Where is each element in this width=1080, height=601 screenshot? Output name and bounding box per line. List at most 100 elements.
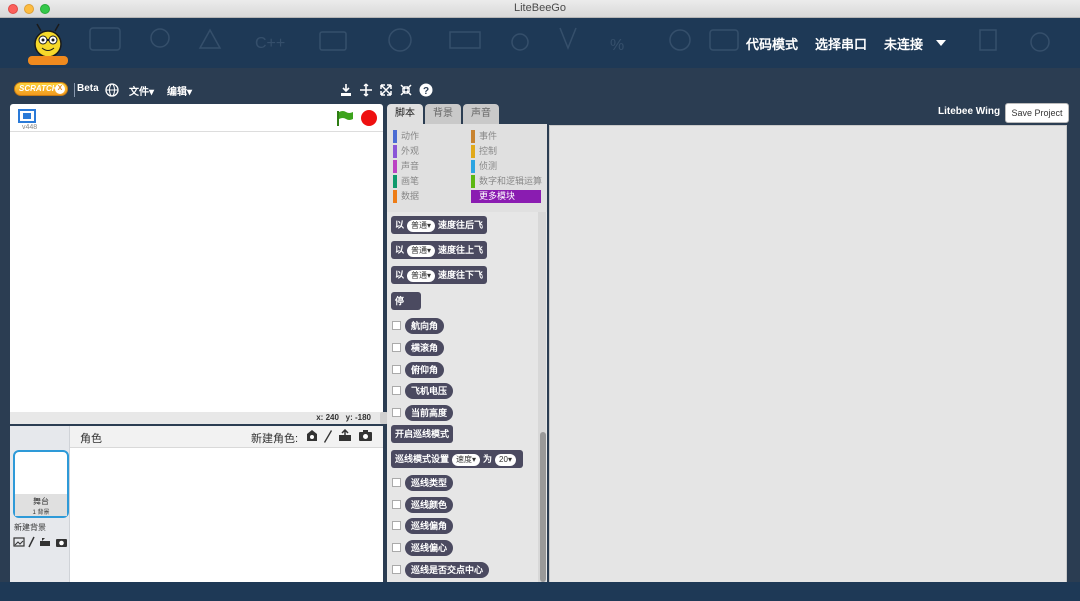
chevron-down-icon[interactable] — [930, 32, 952, 54]
fly-up-block[interactable]: 以普通▾ 速度往上飞 — [391, 241, 488, 259]
block-categories: 动作 外观 声音 画笔 数据 事件 控制 侦测 数字和逻辑运算 更多模块 — [387, 124, 547, 212]
line-color-checkbox[interactable] — [392, 500, 401, 509]
voltage-reporter[interactable]: 飞机电压 — [405, 383, 454, 399]
line-offset-reporter[interactable]: 巡线偏心 — [405, 540, 454, 556]
voltage-checkbox[interactable] — [392, 386, 401, 395]
sensing-color-bar — [471, 160, 475, 173]
scripts-canvas[interactable] — [549, 125, 1067, 586]
sprites-label: 角色 — [80, 433, 102, 445]
green-flag-icon[interactable] — [335, 109, 353, 127]
motion-color-bar — [393, 130, 397, 143]
sprites-toolbar: 角色 新建角色: — [70, 426, 383, 448]
altitude-checkbox[interactable] — [392, 408, 401, 417]
speed-dropdown[interactable]: 普通▾ — [407, 244, 436, 257]
help-icon[interactable]: ? — [418, 82, 434, 98]
window-titlebar: LiteBeeGo — [0, 0, 1080, 18]
stage-thumbnail[interactable]: 舞台 1 背景 — [13, 450, 69, 518]
pitch-checkbox[interactable] — [392, 365, 401, 374]
stage-list: 舞台 1 背景 新建背景 — [10, 426, 70, 586]
x-coord-value: 240 — [325, 413, 339, 422]
nav-code-mode[interactable]: 代码模式 — [746, 34, 798, 53]
svg-text:C++: C++ — [255, 35, 285, 52]
category-motion[interactable]: 动作 — [393, 130, 419, 143]
line-type-reporter[interactable]: 巡线类型 — [405, 475, 454, 491]
upload-sprite-icon[interactable] — [338, 429, 352, 443]
tab-sounds[interactable]: 声音 — [463, 104, 499, 124]
camera-icon[interactable] — [358, 430, 373, 442]
scratch-x-badge-icon: X — [55, 84, 65, 94]
stage-canvas[interactable] — [10, 132, 383, 412]
presentation-mode-icon[interactable] — [18, 109, 36, 123]
window-title: LiteBeeGo — [514, 2, 566, 14]
line-color-reporter[interactable]: 巡线颜色 — [405, 497, 454, 513]
menubar-divider — [74, 83, 75, 97]
editor-tabs: 脚本 背景 声音 — [387, 102, 587, 124]
duplicate-stamp-icon[interactable] — [338, 82, 354, 98]
speed-dropdown[interactable]: 普通▾ — [407, 219, 436, 232]
category-events[interactable]: 事件 — [471, 130, 497, 143]
control-color-bar — [471, 145, 475, 158]
category-more-blocks[interactable]: 更多模块 — [471, 190, 541, 203]
line-value-dropdown[interactable]: 20▾ — [495, 453, 516, 466]
edit-menu[interactable]: 编辑▾ — [167, 83, 192, 98]
shrink-icon[interactable] — [398, 82, 414, 98]
tab-backdrops[interactable]: 背景 — [425, 104, 461, 124]
roll-checkbox[interactable] — [392, 343, 401, 352]
category-sensing[interactable]: 侦测 — [471, 160, 497, 173]
line-offset-checkbox[interactable] — [392, 543, 401, 552]
scratch-editor: SCRATCH X Beta 文件▾ 编辑▾ ? v448 x: 240 y: … — [0, 68, 1080, 601]
fly-down-block[interactable]: 以普通▾ 速度往下飞 — [391, 266, 488, 284]
palette-scrollbar-thumb[interactable] — [540, 432, 546, 582]
fly-back-block[interactable]: 以普通▾ 速度往后飞 — [391, 216, 488, 234]
paint-backdrop-icon — [13, 537, 25, 547]
bottom-bar — [0, 582, 1080, 601]
new-sprite-label: 新建角色: — [251, 433, 299, 445]
new-backdrop-tools — [13, 536, 69, 548]
x-coord-label: x: — [316, 413, 324, 422]
nav-select-port[interactable]: 选择串口 — [815, 34, 867, 53]
category-looks[interactable]: 外观 — [393, 145, 419, 158]
category-operators[interactable]: 数字和逻辑运算 — [471, 175, 542, 188]
looks-color-bar — [393, 145, 397, 158]
svg-text:?: ? — [423, 86, 429, 97]
pitch-reporter[interactable]: 俯仰角 — [405, 362, 445, 378]
speed-dropdown[interactable]: 普通▾ — [407, 269, 436, 282]
line-angle-reporter[interactable]: 巡线偏角 — [405, 518, 454, 534]
app-header: C++ % 代码模式 选择串口 未连接 — [0, 18, 1080, 68]
tab-scripts[interactable]: 脚本 — [387, 104, 423, 124]
category-data[interactable]: 数据 — [393, 190, 419, 203]
stop-block[interactable]: 停 — [391, 292, 421, 310]
cut-scissors-icon[interactable] — [358, 82, 374, 98]
line-intersection-checkbox[interactable] — [392, 565, 401, 574]
category-control[interactable]: 控制 — [471, 145, 497, 158]
sprite-pane: 舞台 1 背景 新建背景 角色 新建角色: — [10, 426, 383, 586]
y-coord-label: y: — [345, 413, 353, 422]
sprite-library-icon[interactable] — [306, 429, 319, 443]
category-pen[interactable]: 画笔 — [393, 175, 419, 188]
line-param-dropdown[interactable]: 速度▾ — [452, 453, 481, 466]
line-intersection-reporter[interactable]: 巡线是否交点中心 — [405, 562, 490, 578]
heading-reporter[interactable]: 航向角 — [405, 318, 445, 334]
heading-checkbox[interactable] — [392, 321, 401, 330]
stop-sign-icon[interactable] — [360, 109, 378, 127]
data-color-bar — [393, 190, 397, 203]
file-menu[interactable]: 文件▾ — [129, 83, 154, 98]
stage-header: v448 — [10, 104, 383, 132]
enable-line-mode-block[interactable]: 开启巡线模式 — [391, 425, 454, 443]
roll-reporter[interactable]: 横滚角 — [405, 340, 445, 356]
category-sound[interactable]: 声音 — [393, 160, 419, 173]
globe-icon[interactable] — [104, 82, 120, 98]
line-type-checkbox[interactable] — [392, 478, 401, 487]
paint-new-sprite-icon[interactable] — [323, 429, 333, 443]
device-title: Litebee Wing — [938, 106, 1001, 117]
litebee-logo — [28, 23, 68, 65]
block-palette: 以普通▾ 速度往后飞 以普通▾ 速度往上飞 以普通▾ 速度往下飞 停 航向角 横滚角 … — [387, 212, 547, 582]
altitude-reporter[interactable]: 当前高度 — [405, 405, 454, 421]
line-mode-setting-block[interactable]: 巡线模式设置 速度▾ 为 20▾ — [391, 450, 523, 468]
nav-connection-status[interactable]: 未连接 — [884, 34, 923, 53]
line-angle-checkbox[interactable] — [392, 521, 401, 530]
grow-icon[interactable] — [378, 82, 394, 98]
scratch-menubar: SCRATCH X Beta 文件▾ 编辑▾ ? — [8, 80, 1072, 100]
save-project-button[interactable]: Save Project — [1005, 103, 1069, 123]
scratch-logo-text: SCRATCH — [19, 84, 58, 93]
